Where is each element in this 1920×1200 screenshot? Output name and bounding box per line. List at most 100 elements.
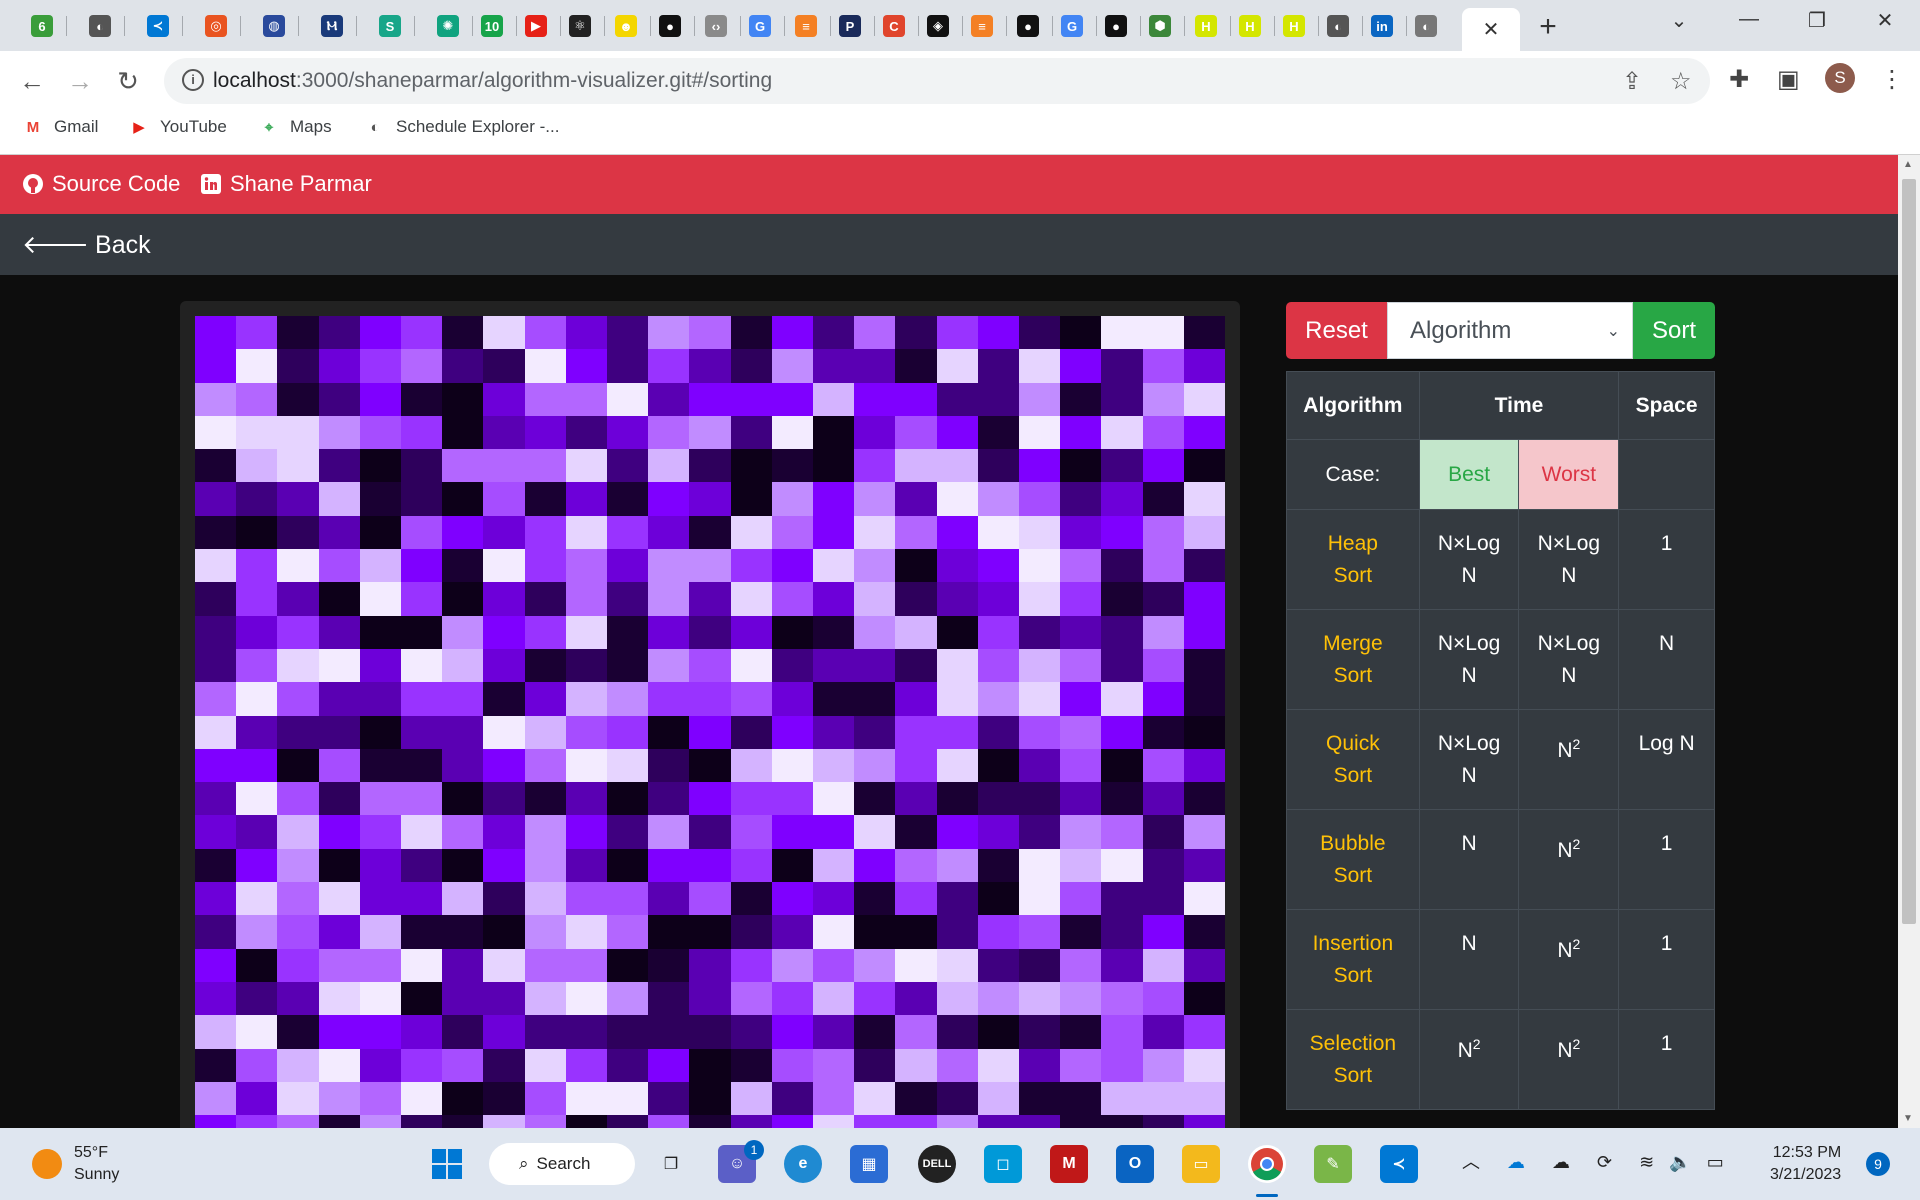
- file-explorer-icon[interactable]: ▭: [1182, 1145, 1220, 1183]
- chrome-icon[interactable]: [1248, 1145, 1286, 1183]
- grid-cell: [895, 549, 937, 583]
- star-icon[interactable]: ☆: [1670, 67, 1692, 96]
- browser-tab[interactable]: ◐: [1318, 8, 1358, 44]
- bookmark-item[interactable]: ◐ Schedule Explorer -...: [364, 116, 559, 138]
- browser-tab[interactable]: ◎: [196, 8, 236, 44]
- start-icon[interactable]: [428, 1145, 466, 1183]
- page-scrollbar[interactable]: ▲ ▼: [1898, 155, 1920, 1128]
- grid-cell: [1142, 648, 1184, 683]
- browser-tab[interactable]: ▶: [516, 8, 556, 44]
- weather-widget[interactable]: 55°F Sunny: [32, 1142, 119, 1186]
- active-browser-tab[interactable]: ✕: [1462, 8, 1520, 51]
- menu-icon[interactable]: ⋮: [1880, 65, 1904, 94]
- browser-tab[interactable]: ●: [1008, 8, 1048, 44]
- browser-tab[interactable]: 6: [22, 8, 62, 44]
- restore-icon[interactable]: ❐: [1797, 8, 1837, 33]
- grid-cell: [1142, 549, 1184, 583]
- paint-icon[interactable]: ✎: [1314, 1145, 1352, 1183]
- browser-tab[interactable]: Ⲙ: [312, 8, 352, 44]
- system-clock[interactable]: 12:53 PM 3/21/2023: [1770, 1142, 1841, 1186]
- share-icon[interactable]: ⇪: [1622, 67, 1642, 96]
- back-button[interactable]: 🡐 Back: [22, 230, 151, 260]
- forward-arrow-icon[interactable]: →: [62, 63, 98, 99]
- scroll-thumb[interactable]: [1902, 179, 1916, 924]
- browser-tab[interactable]: ◈: [918, 8, 958, 44]
- sync-icon[interactable]: ⟳: [1597, 1152, 1612, 1172]
- site-info-icon[interactable]: i: [182, 69, 204, 91]
- browser-tab[interactable]: H: [1230, 8, 1270, 44]
- sort-button[interactable]: Sort: [1633, 302, 1715, 359]
- notification-badge[interactable]: 9: [1866, 1152, 1890, 1176]
- vscode-icon[interactable]: ≺: [1380, 1145, 1418, 1183]
- browser-tab[interactable]: H: [1274, 8, 1314, 44]
- browser-tab[interactable]: G: [1052, 8, 1092, 44]
- browser-tab[interactable]: ◍: [254, 8, 294, 44]
- tab-search-icon[interactable]: ⌄: [1659, 8, 1699, 33]
- battery-icon[interactable]: ▭: [1707, 1152, 1724, 1172]
- grid-cell: [359, 915, 401, 949]
- header-space: Space: [1618, 371, 1715, 440]
- browser-tab[interactable]: ◐: [1406, 8, 1446, 44]
- profile-avatar[interactable]: S: [1825, 63, 1855, 93]
- bookmark-item[interactable]: ⌖ Maps: [258, 116, 332, 138]
- app-square-icon[interactable]: ◻: [984, 1145, 1022, 1183]
- grid-cell: [318, 415, 360, 450]
- browser-tab[interactable]: ●: [650, 8, 690, 44]
- mcafee-icon[interactable]: M: [1050, 1145, 1088, 1183]
- address-bar[interactable]: i localhost:3000/shaneparmar/algorithm-v…: [164, 58, 1710, 104]
- bookmark-item[interactable]: ▶ YouTube: [128, 116, 227, 138]
- browser-tab[interactable]: ‹›: [696, 8, 736, 44]
- taskbar-search[interactable]: ⌕ Search: [489, 1143, 635, 1185]
- url-text[interactable]: localhost:3000/shaneparmar/algorithm-vis…: [213, 69, 772, 93]
- browser-tab[interactable]: ≺: [138, 8, 178, 44]
- back-arrow-icon[interactable]: ←: [14, 63, 50, 99]
- browser-tab[interactable]: 10: [472, 8, 512, 44]
- dell-icon[interactable]: DELL: [918, 1145, 956, 1183]
- source-code-link[interactable]: Source Code: [22, 171, 180, 197]
- reload-icon[interactable]: ↻: [110, 63, 146, 99]
- new-tab-button[interactable]: +: [1532, 10, 1564, 44]
- algorithm-select[interactable]: Algorithm ⌄: [1387, 302, 1633, 359]
- browser-tab[interactable]: ≡: [962, 8, 1002, 44]
- volume-icon[interactable]: 🔈: [1669, 1152, 1691, 1172]
- browser-tab[interactable]: in: [1362, 8, 1402, 44]
- browser-tab[interactable]: ●: [1096, 8, 1136, 44]
- minimize-icon[interactable]: —: [1729, 8, 1769, 31]
- bookmark-item[interactable]: M Gmail: [22, 116, 99, 138]
- cloud-icon[interactable]: ☁: [1552, 1152, 1570, 1172]
- side-panel-icon[interactable]: ▣: [1777, 65, 1800, 94]
- grid-cell: [401, 1048, 443, 1082]
- scroll-down-icon[interactable]: ▼: [1903, 1113, 1913, 1124]
- browser-tab[interactable]: C: [874, 8, 914, 44]
- grid-cell: [401, 316, 443, 350]
- browser-tab[interactable]: G: [740, 8, 780, 44]
- scroll-up-icon[interactable]: ▲: [1903, 159, 1913, 170]
- browser-tab[interactable]: ≡: [786, 8, 826, 44]
- grid-cell: [977, 715, 1019, 749]
- browser-tab[interactable]: ☻: [606, 8, 646, 44]
- store-icon[interactable]: ▦: [850, 1145, 888, 1183]
- browser-tab[interactable]: ◐: [80, 8, 120, 44]
- outlook-icon[interactable]: O: [1116, 1145, 1154, 1183]
- close-window-icon[interactable]: ✕: [1865, 8, 1905, 33]
- reset-button[interactable]: Reset: [1286, 302, 1387, 359]
- task-view-icon[interactable]: ❐: [652, 1145, 690, 1183]
- browser-tab[interactable]: ⬢: [1140, 8, 1180, 44]
- browser-tab[interactable]: H: [1186, 8, 1226, 44]
- grid-cell: [771, 981, 813, 1016]
- chevron-up-icon[interactable]: ︿: [1462, 1152, 1480, 1172]
- extensions-icon[interactable]: ✚: [1729, 65, 1749, 94]
- browser-tab[interactable]: S: [370, 8, 410, 44]
- grid-cell: [1060, 482, 1102, 516]
- edge-icon[interactable]: e: [784, 1145, 822, 1183]
- grid-cell: [854, 648, 896, 683]
- close-tab-icon[interactable]: ✕: [1483, 17, 1500, 42]
- onedrive-icon[interactable]: ☁: [1507, 1152, 1525, 1172]
- grid-cell: [401, 449, 443, 483]
- browser-tab[interactable]: ⚛: [560, 8, 600, 44]
- browser-tab[interactable]: P: [830, 8, 870, 44]
- wifi-icon[interactable]: ≋: [1639, 1152, 1654, 1172]
- browser-tab[interactable]: ✺: [428, 8, 468, 44]
- author-link[interactable]: Shane Parmar: [200, 171, 372, 197]
- grid-cell: [359, 648, 401, 683]
